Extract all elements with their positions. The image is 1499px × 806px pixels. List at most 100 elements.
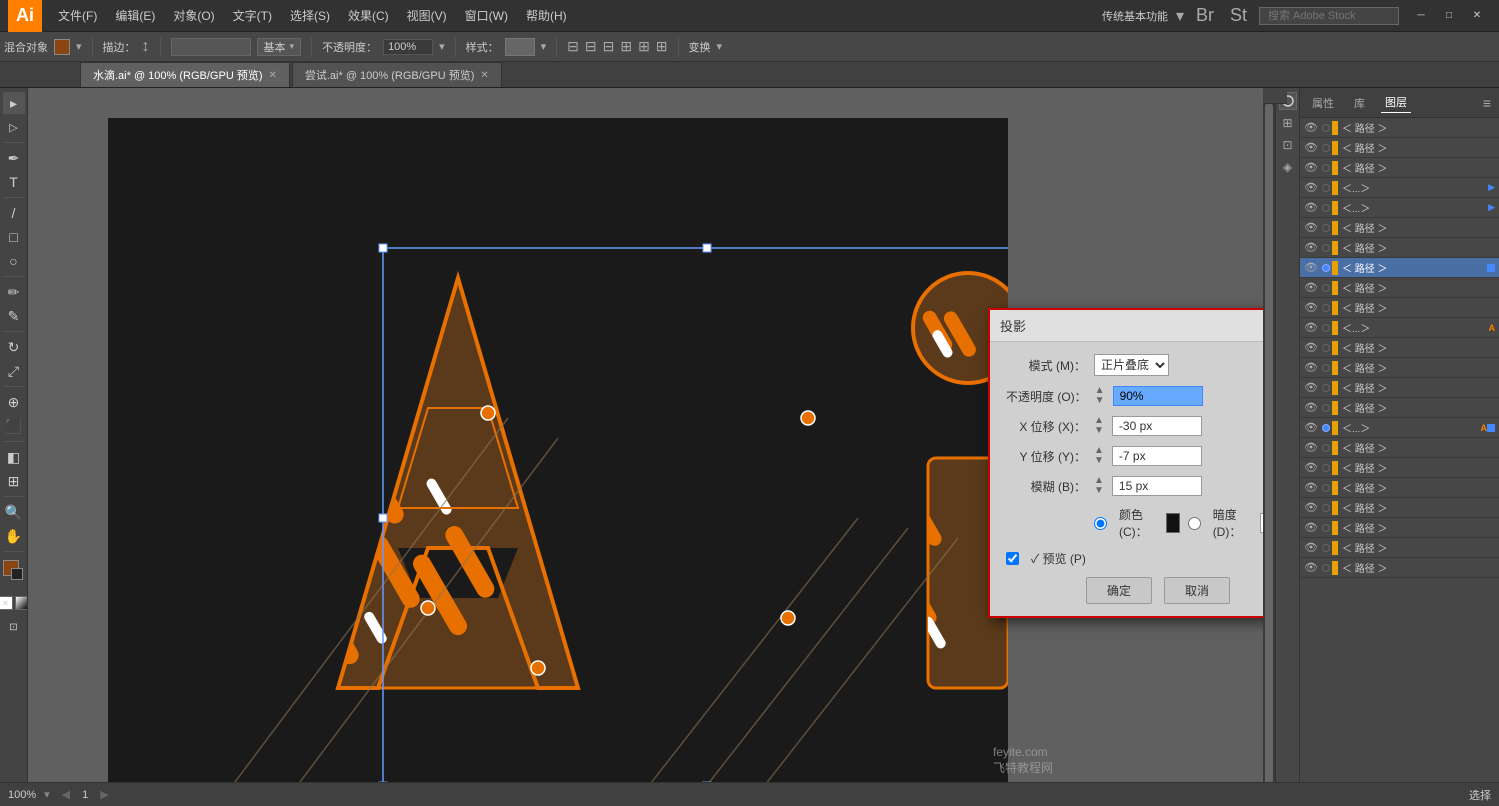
layer-row[interactable]: 👁 ＜...＞ A xyxy=(1300,318,1499,338)
zoom-tool[interactable]: 🔍 xyxy=(3,501,25,523)
layer-target[interactable] xyxy=(1322,364,1330,372)
y-offset-input[interactable] xyxy=(1112,446,1202,466)
layer-row[interactable]: 👁 ＜ 路径 ＞ xyxy=(1300,518,1499,538)
layer-row[interactable]: 👁 ＜ 路径 ＞ xyxy=(1300,138,1499,158)
layer-row[interactable]: 👁 ＜ 路径 ＞ xyxy=(1300,158,1499,178)
layer-target[interactable] xyxy=(1322,524,1330,532)
bridge-icon[interactable]: Br xyxy=(1196,5,1214,26)
layer-target[interactable] xyxy=(1322,464,1330,472)
layer-target[interactable] xyxy=(1322,144,1330,152)
rect-tool[interactable]: □ xyxy=(3,226,25,248)
eye-icon[interactable]: 👁 xyxy=(1304,181,1320,194)
menu-window[interactable]: 窗口(W) xyxy=(457,3,516,28)
layer-target[interactable] xyxy=(1322,224,1330,232)
eye-icon[interactable]: 👁 xyxy=(1304,281,1320,294)
align-left-icon[interactable]: ⊟ xyxy=(567,38,579,55)
rotate-tool[interactable]: ↻ xyxy=(3,336,25,358)
color-swatch[interactable] xyxy=(1166,513,1179,533)
align-right-icon[interactable]: ⊟ xyxy=(603,38,615,55)
darkness-input[interactable] xyxy=(1260,513,1263,533)
vertical-scrollbar[interactable]: ▲ ▼ xyxy=(1263,88,1275,806)
layer-row[interactable]: 👁 ＜ 路径 ＞ xyxy=(1300,338,1499,358)
menu-select[interactable]: 选择(S) xyxy=(282,3,338,28)
fill-swatch[interactable] xyxy=(54,39,70,55)
preview-checkbox[interactable] xyxy=(1006,552,1019,565)
layer-row[interactable]: 👁 ＜ 路径 ＞ xyxy=(1300,218,1499,238)
eye-icon[interactable]: 👁 xyxy=(1304,301,1320,314)
nav-prev[interactable]: ◀ xyxy=(62,788,70,801)
mesh-tool[interactable]: ⊞ xyxy=(3,470,25,492)
layer-row[interactable]: 👁 ＜ 路径 ＞ xyxy=(1300,378,1499,398)
layer-target[interactable] xyxy=(1322,404,1330,412)
eye-icon[interactable]: 👁 xyxy=(1304,121,1320,134)
layer-target[interactable] xyxy=(1322,544,1330,552)
layer-target[interactable] xyxy=(1322,124,1330,132)
cancel-button[interactable]: 取消 xyxy=(1164,577,1230,604)
panel-artboards-btn[interactable]: ⊡ xyxy=(1279,136,1297,154)
layer-target[interactable] xyxy=(1322,564,1330,572)
workspace-dropdown-icon[interactable]: ▾ xyxy=(1176,6,1184,26)
layer-target[interactable] xyxy=(1322,184,1330,192)
layer-row[interactable]: 👁 ＜ 路径 ＞ xyxy=(1300,298,1499,318)
panel-appearance-btn[interactable]: ◈ xyxy=(1279,158,1297,176)
transform-arrow[interactable]: ▾ xyxy=(717,40,723,53)
align-center-v-icon[interactable]: ⊞ xyxy=(638,38,650,55)
layer-row[interactable]: 👁 ＜ 路径 ＞ xyxy=(1300,118,1499,138)
eye-icon[interactable]: 👁 xyxy=(1304,481,1320,494)
scroll-thumb[interactable] xyxy=(1265,103,1273,791)
stroke-weight-select[interactable]: 基本 ▾ xyxy=(257,38,302,56)
layer-target[interactable] xyxy=(1322,284,1330,292)
opacity-input[interactable] xyxy=(383,39,433,55)
canvas-area[interactable]: 投影 模式 (M)： 正片叠底 不透明度 (O)： ▲▼ xyxy=(28,88,1263,806)
hand-tool[interactable]: ✋ xyxy=(3,525,25,547)
layer-target[interactable] xyxy=(1322,384,1330,392)
panel-tab-properties[interactable]: 属性 xyxy=(1308,93,1338,113)
x-offset-input[interactable] xyxy=(1112,416,1202,436)
fill-dropdown[interactable]: ▾ xyxy=(76,40,82,53)
type-tool[interactable]: T xyxy=(3,171,25,193)
menu-effect[interactable]: 效果(C) xyxy=(340,3,397,28)
blur-input[interactable] xyxy=(1112,476,1202,496)
zoom-level[interactable]: 100% xyxy=(8,789,36,801)
style-arrow[interactable]: ▾ xyxy=(541,40,547,53)
layer-target[interactable] xyxy=(1322,484,1330,492)
layer-row[interactable]: 👁 ＜ 路径 ＞ xyxy=(1300,238,1499,258)
eye-icon[interactable]: 👁 xyxy=(1304,361,1320,374)
eye-icon[interactable]: 👁 xyxy=(1304,221,1320,234)
layer-row[interactable]: 👁 ＜ 路径 ＞ xyxy=(1300,398,1499,418)
ellipse-tool[interactable]: ○ xyxy=(3,250,25,272)
layer-row-ai[interactable]: 👁 ＜...＞ A xyxy=(1300,418,1499,438)
panel-menu-icon[interactable]: ≡ xyxy=(1483,95,1491,111)
layer-target[interactable] xyxy=(1322,324,1330,332)
layer-target-selected[interactable] xyxy=(1322,424,1330,432)
gradient-tool[interactable]: ◧ xyxy=(3,446,25,468)
opacity-spinner[interactable]: ▲▼ xyxy=(1095,386,1105,406)
y-spinner[interactable]: ▲▼ xyxy=(1094,446,1104,466)
layer-row-selected[interactable]: 👁 ＜ 路径 ＞ xyxy=(1300,258,1499,278)
layer-row[interactable]: 👁 ＜ 路径 ＞ xyxy=(1300,558,1499,578)
eye-icon[interactable]: 👁 xyxy=(1304,441,1320,454)
layer-target[interactable] xyxy=(1322,444,1330,452)
brush-tool[interactable]: ✏ xyxy=(3,281,25,303)
align-bottom-icon[interactable]: ⊞ xyxy=(656,38,668,55)
pen-tool[interactable]: ✒ xyxy=(3,147,25,169)
menu-view[interactable]: 视图(V) xyxy=(399,3,455,28)
blend-tool[interactable]: ⊕ xyxy=(3,391,25,413)
ok-button[interactable]: 确定 xyxy=(1086,577,1152,604)
stroke-field[interactable] xyxy=(171,38,251,56)
layer-row[interactable]: 👁 ＜...＞ ▶ xyxy=(1300,178,1499,198)
direct-select-tool[interactable]: ▷ xyxy=(3,116,25,138)
panel-tab-layers[interactable]: 图层 xyxy=(1381,92,1411,113)
pencil-tool[interactable]: ✎ xyxy=(3,305,25,327)
opacity-arrow[interactable]: ▾ xyxy=(439,40,445,53)
layer-expand[interactable]: ▶ xyxy=(1488,202,1495,213)
align-top-icon[interactable]: ⊞ xyxy=(620,38,632,55)
layer-expand[interactable]: ▶ xyxy=(1488,182,1495,193)
close-button[interactable]: ✕ xyxy=(1463,6,1491,26)
stock-search[interactable] xyxy=(1259,7,1399,25)
menu-edit[interactable]: 编辑(E) xyxy=(107,3,163,28)
minimize-button[interactable]: ─ xyxy=(1407,6,1435,26)
eye-icon[interactable]: 👁 xyxy=(1304,421,1320,434)
line-tool[interactable]: / xyxy=(3,202,25,224)
layer-target[interactable] xyxy=(1322,244,1330,252)
